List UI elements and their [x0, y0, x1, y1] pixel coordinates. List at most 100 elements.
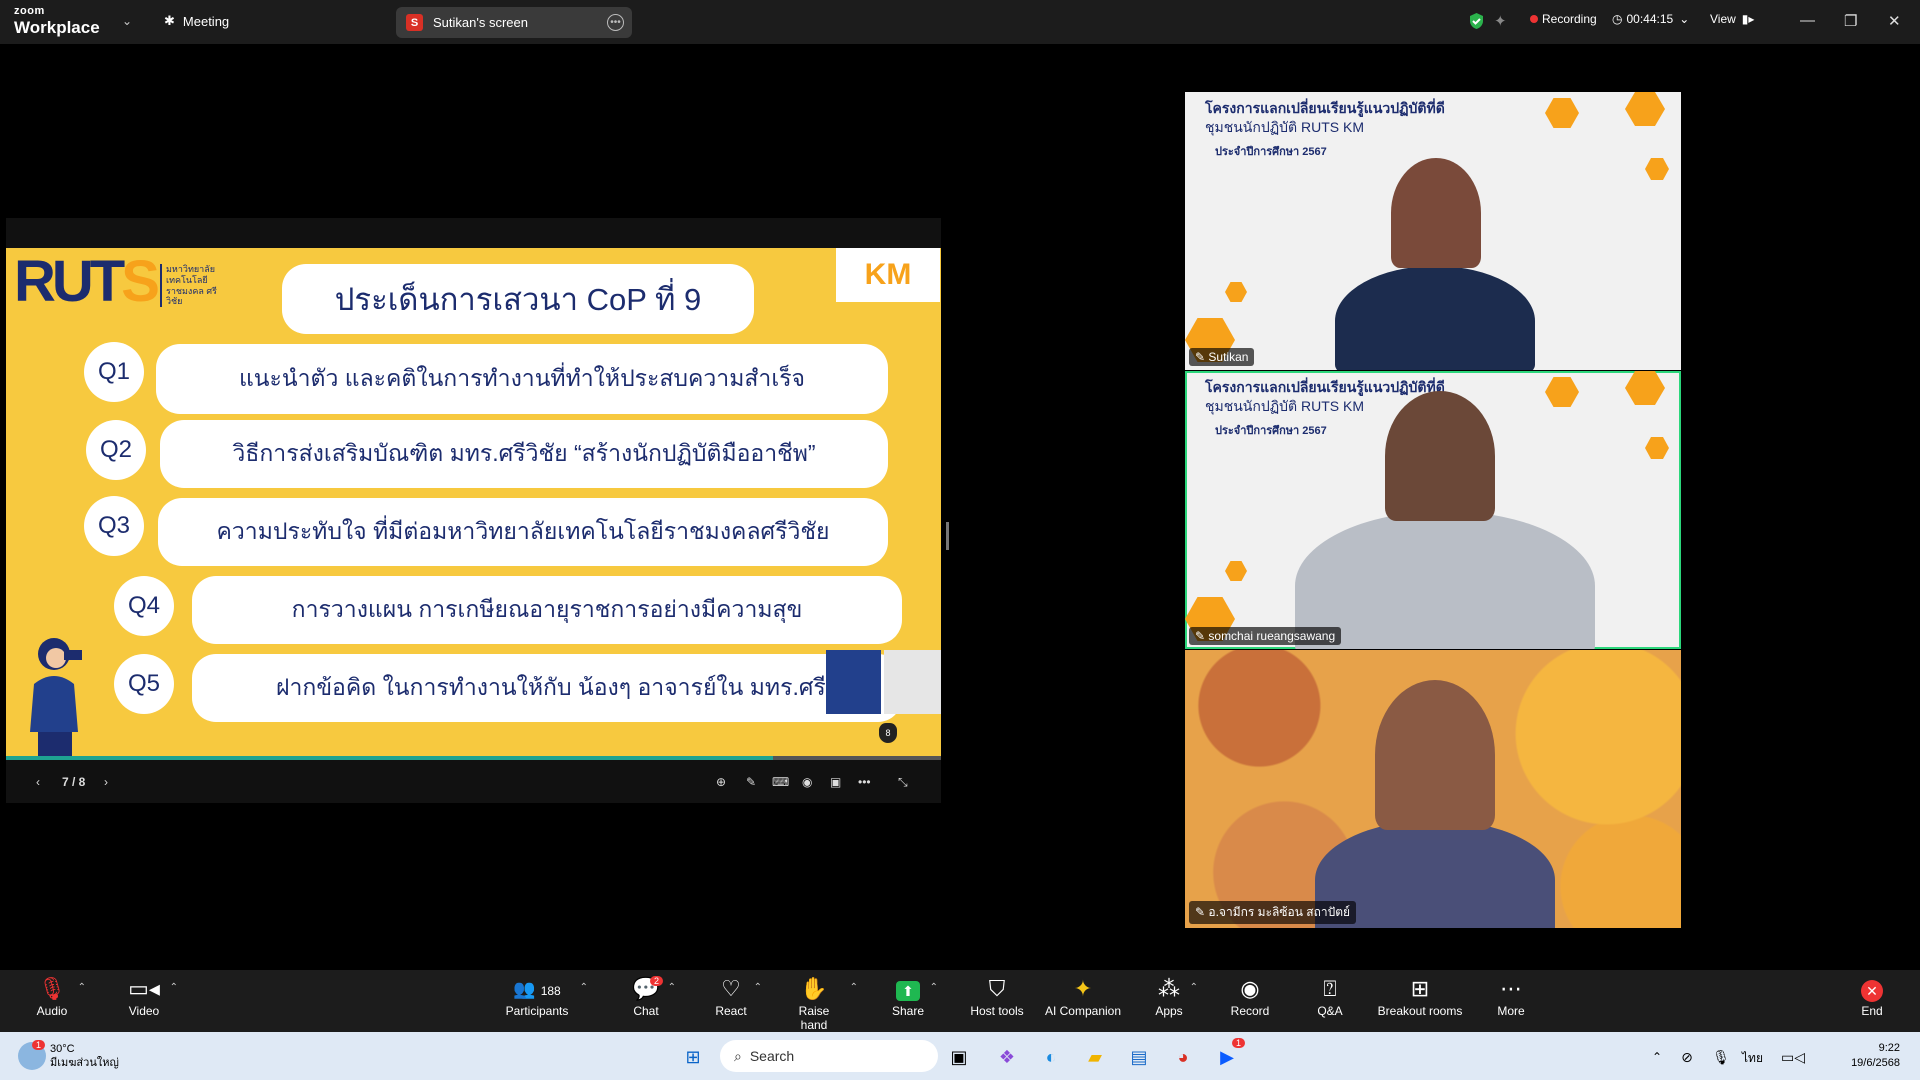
chevron-up-icon[interactable]: ⌃ [668, 982, 676, 993]
qa-label: Q&A [1317, 1004, 1343, 1018]
q1-label: Q1 [84, 342, 144, 402]
search-icon: ⌕ [734, 1047, 742, 1064]
edge-icon[interactable]: ◐ [1036, 1042, 1066, 1072]
react-button[interactable]: ♡ React ⌃ [714, 976, 762, 1018]
layout-icon[interactable]: ▣ [830, 775, 841, 789]
banner-line-2: ชุมชนนักปฏิบัติ RUTS KM [1205, 119, 1365, 135]
share-button[interactable]: ⬆ Share ⌃ [892, 976, 938, 1018]
shared-screen-tab[interactable]: S Sutikan's screen ••• [396, 7, 632, 38]
chevron-up-icon[interactable]: ⌃ [754, 982, 762, 993]
splitter-handle[interactable] [946, 522, 949, 550]
system-clock[interactable]: 9:22 19/6/2568 [1830, 1041, 1900, 1071]
file-explorer-icon[interactable]: ▰ [1080, 1042, 1110, 1072]
chevron-up-icon[interactable]: ⌃ [78, 982, 86, 993]
end-call-icon: ✕ [1860, 976, 1884, 1004]
display-speaker-icon[interactable]: ▭◁ [1778, 1042, 1808, 1072]
annotate-icon[interactable]: ✎ [746, 775, 756, 789]
taskbar-search[interactable]: ⌕ Search [720, 1040, 938, 1072]
ruts-logo: RUTS [14, 249, 160, 314]
chevron-up-icon[interactable]: ⌃ [850, 982, 858, 993]
more-icon[interactable]: ••• [858, 775, 871, 789]
collapse-icon[interactable]: ⤡ [898, 775, 908, 790]
view-menu[interactable]: View ▮▸ [1710, 12, 1754, 26]
copilot-icon[interactable]: ❖ [992, 1042, 1022, 1072]
chrome-icon[interactable]: ◕ [1168, 1042, 1198, 1072]
progress-fill [6, 756, 773, 760]
participants-count: 188 [540, 984, 561, 998]
video-tile-sutikan[interactable]: โครงการแลกเปลี่ยนเรียนรู้แนวปฏิบัติที่ดี… [1185, 92, 1681, 370]
participant-name: somchai rueangsawang [1208, 629, 1336, 643]
chevron-up-icon[interactable]: ⌃ [170, 982, 178, 993]
shared-screen: RUTS มหาวิทยาลัย เทคโนโลยีราชมงคล ศรีวิช… [6, 218, 941, 803]
more-options-icon[interactable]: ••• [607, 14, 624, 31]
keyboard-icon[interactable]: ⌨ [772, 775, 789, 789]
participant-video-placeholder [1385, 391, 1495, 521]
prev-slide-icon[interactable]: ‹ [36, 775, 40, 789]
close-icon[interactable]: ✕ [1888, 12, 1901, 30]
chevron-up-icon[interactable]: ⌃ [1642, 1042, 1672, 1072]
host-tools-button[interactable]: ⛉ Host tools [968, 976, 1026, 1018]
record-icon: ◉ [1240, 976, 1260, 1001]
mic-muted-icon: 🎙 [38, 976, 66, 1001]
maximize-icon[interactable]: ❐ [1844, 12, 1857, 30]
chevron-down-icon[interactable]: ⌄ [122, 14, 132, 28]
meeting-timer[interactable]: ◷ 00:44:15 ⌄ [1612, 12, 1689, 26]
hand-icon: ✋ [800, 976, 828, 1001]
more-button[interactable]: ⋯ More [1496, 976, 1526, 1018]
participant-name-label: ✎ Sutikan [1189, 348, 1255, 366]
logo-bottom: Workplace [14, 18, 100, 37]
next-slide-icon[interactable]: › [104, 775, 108, 789]
video-tile-somchai[interactable]: โครงการแลกเปลี่ยนเรียนรู้แนวปฏิบัติที่ดี… [1185, 371, 1681, 649]
record-button[interactable]: ◉ Record [1230, 976, 1270, 1018]
participants-button[interactable]: 👥 188 Participants ⌃ [500, 976, 588, 1018]
q4-text: การวางแผน การเกษียณอายุราชการอย่างมีความ… [192, 576, 902, 644]
qa-button[interactable]: ⍰ Q&A [1316, 976, 1344, 1018]
sparkle-icon[interactable]: ✦ [1494, 12, 1507, 30]
end-button[interactable]: ✕ End [1860, 976, 1884, 1018]
participant-name: อ.จามีกร มะลิซ้อน สถาปัตย์ [1208, 905, 1351, 919]
slide-title: ประเด็นการเสวนา CoP ที่ 9 [282, 264, 754, 334]
q2-text: วิธีการส่งเสริมบัณฑิต มทร.ศรีวิชัย “สร้า… [160, 420, 888, 488]
video-tile-jamikorn[interactable]: ✎ อ.จามีกร มะลิซ้อน สถาปัตย์ [1185, 650, 1681, 928]
recording-indicator[interactable]: Recording [1530, 12, 1597, 26]
apps-button[interactable]: ⁂ Apps ⌃ [1154, 976, 1198, 1018]
heart-icon: ♡ [721, 976, 741, 1001]
chevron-up-icon[interactable]: ⌃ [580, 982, 588, 993]
km-banner: โครงการแลกเปลี่ยนเรียนรู้แนวปฏิบัติที่ดี… [1185, 92, 1505, 162]
weather-widget[interactable]: 30°C มีเมฆส่วนใหญ่ [50, 1042, 119, 1070]
security-shield-icon[interactable] [1468, 12, 1485, 30]
host-tools-label: Host tools [970, 1004, 1024, 1018]
video-button[interactable]: ▭◂ Video ⌃ [124, 976, 178, 1018]
chat-button[interactable]: 💬 2 Chat ⌃ [630, 976, 676, 1018]
raise-hand-button[interactable]: ✋ Raise hand ⌃ [784, 976, 858, 1032]
participant-video-placeholder [1391, 158, 1481, 268]
task-view-icon[interactable]: ▣ [944, 1042, 974, 1072]
start-icon[interactable]: ⊞ [678, 1042, 708, 1072]
raise-hand-label: Raise hand [798, 1004, 830, 1032]
record-dot-icon [1530, 15, 1538, 23]
network-icon[interactable]: ⊘ [1672, 1042, 1702, 1072]
chevron-up-icon[interactable]: ⌃ [930, 982, 938, 993]
broadcast-icon[interactable]: ◉ [802, 775, 812, 789]
zoom-in-icon[interactable]: ⊕ [716, 775, 726, 789]
mic-icon[interactable]: 🎙 [1706, 1042, 1736, 1072]
ai-companion-button[interactable]: ✦ AI Companion [1044, 976, 1122, 1018]
search-placeholder: Search [749, 1048, 795, 1064]
store-icon[interactable]: ▤ [1124, 1042, 1154, 1072]
end-label: End [1861, 1004, 1883, 1018]
zoom-logo[interactable]: zoom Workplace [14, 6, 100, 37]
audio-button[interactable]: 🎙 Audio ⌃ [32, 976, 86, 1018]
share-icon: ⬆ [892, 976, 924, 1004]
input-language[interactable]: ไทย [1742, 1049, 1763, 1068]
chevron-up-icon[interactable]: ⌃ [1190, 982, 1198, 993]
banner-line-3: ประจำปีการศึกษา 2567 [1215, 146, 1327, 158]
minimize-icon[interactable]: — [1800, 12, 1815, 29]
weather-description: มีเมฆส่วนใหญ่ [50, 1057, 119, 1069]
react-label: React [715, 1004, 747, 1018]
meeting-menu[interactable]: ✱ Meeting [164, 13, 229, 29]
q1-text: แนะนำตัว และคติในการทำงานที่ทำให้ประสบคว… [156, 344, 888, 414]
weather-badge: 1 [32, 1040, 46, 1050]
breakout-rooms-button[interactable]: ⊞ Breakout rooms [1376, 976, 1464, 1018]
slide-controls: ‹ 7 / 8 › ⊕ ✎ ⌨ ◉ ▣ ••• ⤡ [6, 764, 941, 800]
participant-video-placeholder [1375, 680, 1495, 830]
